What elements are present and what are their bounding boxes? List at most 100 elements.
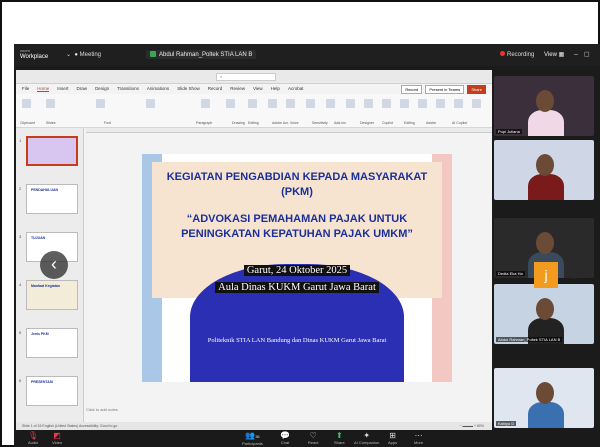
participant-name: Pupi Juliana [496, 129, 522, 134]
notes-placeholder[interactable]: Click to add notes [86, 407, 118, 412]
ribbon-tool-icon[interactable] [472, 99, 481, 108]
zoom-top-bar: zoom Workplace ⌄ ● Meeting Abdul Rahman_… [14, 44, 600, 66]
thumbnail-title: PENDAHULUAN [31, 188, 59, 192]
share-button[interactable]: ⬆ Share [334, 431, 345, 445]
ribbon-tool-icon[interactable] [454, 99, 463, 108]
screen-share-title[interactable]: Abdul Rahman_Poltek STIA LAN B [146, 50, 257, 59]
ribbon-tool-icon[interactable] [22, 99, 31, 108]
previous-page-arrow-icon[interactable]: ‹ [40, 251, 68, 279]
recording-label: Recording [507, 52, 535, 58]
participants-button[interactable]: 👥36 Participants [242, 431, 263, 446]
ppt-ruler [86, 128, 492, 133]
ai-companion-button[interactable]: ✦ AI Companion [354, 431, 379, 445]
ribbon-tool-icon[interactable] [268, 99, 277, 108]
participant-tile[interactable] [494, 140, 594, 200]
ppt-menu-design[interactable]: Design [95, 86, 109, 91]
participant-name: Dedia Eka Ha [496, 271, 525, 276]
current-slide[interactable]: KEGIATAN PENGABDIAN KEPADA MASYARAKAT (P… [142, 154, 452, 382]
thumbnail-title: Jenis PKM [31, 332, 49, 336]
participant-initial-tile[interactable]: j [534, 262, 558, 288]
ppt-menu-help[interactable]: Help [271, 86, 280, 91]
slide-thumbnail[interactable]: Manfaat Kegiatan [26, 280, 78, 310]
ribbon-tool-icon[interactable] [248, 99, 257, 108]
ribbon-group-label: Drawing [232, 121, 245, 125]
participant-tile[interactable]: Kahiyo D [494, 368, 594, 428]
participant-body [528, 110, 564, 136]
chevron-down-icon: ⌄ [66, 52, 72, 58]
ribbon-tool-icon[interactable] [201, 99, 210, 108]
participant-tile[interactable]: Abdul Rahman_Poltek STIA LAN B [494, 284, 594, 344]
ppt-title-bar: ⌕ [16, 70, 492, 84]
participant-body [528, 174, 564, 200]
audio-button[interactable]: 🎙 Audio [28, 431, 38, 445]
slide-thumbnail[interactable]: PENDAHULUAN [26, 184, 78, 214]
more-button[interactable]: ⋯ More [414, 431, 423, 445]
thumbnail-title: Manfaat Kegiatan [31, 284, 60, 288]
slide-thumbnail[interactable]: Jenis PKM [26, 328, 78, 358]
thumbnail-number: 5 [19, 330, 22, 335]
meeting-toolbar: 🎙 Audio ◩ Video 👥36 Participants 💬 Chat ♡ Rea… [14, 430, 600, 447]
ribbon-tool-icon[interactable] [346, 99, 355, 108]
slide-thumbnail[interactable]: PRESENTASI [26, 376, 78, 406]
participant-face [536, 298, 554, 320]
ribbon-tool-icon[interactable] [400, 99, 409, 108]
participant-tile[interactable]: Pupi Juliana [494, 76, 594, 136]
ppt-menu-review[interactable]: Review [230, 86, 245, 91]
ai-sparkle-icon: ✦ [363, 431, 371, 440]
ppt-menu-draw[interactable]: Draw [77, 86, 88, 91]
ribbon-tool-icon[interactable] [146, 99, 155, 108]
window-controls[interactable]: –◻ [574, 50, 596, 58]
ribbon-tool-icon[interactable] [306, 99, 315, 108]
ribbon-tool-icon[interactable] [326, 99, 335, 108]
ppt-menu-transitions[interactable]: Transitions [117, 86, 139, 91]
ribbon-group-label: Sensitivity [312, 121, 328, 125]
participant-body [528, 402, 564, 428]
ribbon-tool-icon[interactable] [46, 99, 55, 108]
ppt-share-button[interactable]: Share [467, 85, 486, 94]
present-in-teams-button[interactable]: Present in Teams [425, 85, 465, 94]
ribbon-group-label: Font [104, 121, 112, 125]
participant-name: Abdul Rahman_Poltek STIA LAN B [496, 337, 563, 342]
slide-footer: Politeknik STIA LAN Bandung dan Dinas KU… [207, 337, 387, 344]
participants-count: 36 [255, 434, 260, 439]
ppt-menu-home[interactable]: Home [37, 86, 50, 92]
record-button[interactable]: Record [401, 85, 423, 94]
ribbon-tool-icon[interactable] [96, 99, 105, 108]
ribbon-tool-icon[interactable] [226, 99, 235, 108]
ppt-menu-file[interactable]: File [22, 86, 29, 91]
ribbon-group-label: Designer [360, 121, 375, 125]
view-button[interactable]: View ▦ [544, 51, 564, 58]
ribbon-group-label: Adobe [426, 121, 437, 125]
react-button[interactable]: ♡ React [308, 431, 318, 445]
ribbon-group-label: Voice [290, 121, 299, 125]
ribbon-tool-icon[interactable] [436, 99, 445, 108]
recording-indicator[interactable]: Recording [500, 51, 534, 58]
ribbon-group-label: Editing [248, 121, 259, 125]
participants-panel: Pupi Juliana Dedia Eka Ha Abdul Rahman_Pol… [494, 68, 600, 428]
ppt-menu-slide-show[interactable]: Slide Show [177, 86, 200, 91]
ppt-status-bar: Slide 1 of 15 English (United States) Ac… [16, 422, 492, 430]
ppt-menu-animations[interactable]: Animations [147, 86, 169, 91]
ppt-menu-record[interactable]: Record [208, 86, 223, 91]
ribbon-tool-icon[interactable] [286, 99, 295, 108]
slide-thumbnail[interactable] [26, 136, 78, 166]
zoom-control[interactable]: − ▬▬▬ + 60% [459, 422, 484, 430]
audio-label: Audio [28, 440, 39, 445]
more-label: More [414, 440, 424, 445]
meeting-tab[interactable]: ⌄ ● Meeting [66, 51, 101, 58]
video-button[interactable]: ◩ Video [52, 431, 62, 445]
ribbon-group-label: Paragraph [196, 121, 213, 125]
ppt-right-buttons: Record Present in Teams Share [399, 85, 486, 94]
apps-button[interactable]: ⊞ Apps [388, 431, 397, 445]
ppt-menu-acrobat[interactable]: Acrobat [288, 86, 304, 91]
ppt-menu-insert[interactable]: Insert [57, 86, 68, 91]
ribbon-tool-icon[interactable] [382, 99, 391, 108]
ribbon-group-label: Copilot [382, 121, 393, 125]
apps-icon: ⊞ [389, 431, 396, 440]
ppt-menu-view[interactable]: View [253, 86, 263, 91]
share-label: Share [334, 440, 345, 445]
ribbon-tool-icon[interactable] [364, 99, 373, 108]
ppt-search-box[interactable]: ⌕ [216, 73, 276, 81]
ribbon-tool-icon[interactable] [418, 99, 427, 108]
chat-button[interactable]: 💬 Chat [280, 431, 290, 445]
